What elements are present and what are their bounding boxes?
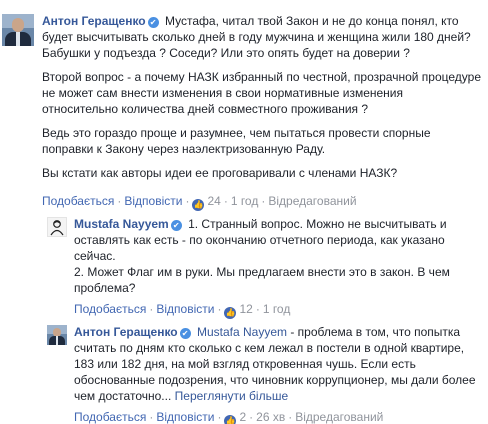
- anton-avatar[interactable]: [47, 325, 67, 345]
- mention-link[interactable]: Mustafa Nayyem: [197, 325, 287, 339]
- comment-3-body: Антон Геращенко ✔ Mustafa Nayyem - пробле…: [74, 324, 479, 404]
- comment-1-actions: Подобається · Відповісти · 👍 24 · 1 год · Відреда…: [42, 194, 357, 211]
- like-link[interactable]: Подобається: [42, 194, 114, 208]
- thumbs-up-icon: 👍: [224, 415, 237, 424]
- like-link[interactable]: Подобається: [74, 302, 146, 316]
- comment-1-body: Антон Геращенко ✔ Мустафа, читал твой Зак…: [42, 13, 482, 181]
- comment-author-link[interactable]: Mustafa Nayyem: [74, 217, 169, 231]
- verified-badge-icon: ✔: [179, 328, 191, 339]
- verified-badge-icon: ✔: [170, 220, 182, 231]
- reply-link[interactable]: Відповісти: [156, 410, 214, 424]
- thumbs-up-icon: 👍: [224, 307, 237, 319]
- comment-author-link[interactable]: Антон Геращенко: [74, 325, 178, 339]
- like-count[interactable]: 24: [207, 194, 220, 208]
- edited-label[interactable]: Відредагований: [295, 410, 383, 424]
- edited-label[interactable]: Відредагований: [268, 194, 356, 208]
- comment-2-actions: Подобається · Відповісти · 👍 12 · 1 год: [74, 302, 291, 319]
- mustafa-avatar[interactable]: [47, 217, 67, 237]
- verified-badge-icon: ✔: [147, 17, 159, 28]
- mustafa-avatar-sketch: [50, 220, 64, 236]
- reply-link[interactable]: Відповісти: [124, 194, 182, 208]
- thumbs-up-icon: 👍: [192, 199, 205, 211]
- comment-paragraph: Ведь это гораздо проще и разумнее, чем п…: [42, 126, 431, 156]
- anton-avatar[interactable]: [2, 14, 34, 46]
- like-count[interactable]: 2: [239, 410, 246, 424]
- comment-paragraph: 2. Может Флаг им в руки. Мы предлагаем в…: [74, 265, 450, 295]
- comment-3-actions: Подобається · Відповісти · 👍 2 · 26 хв · Відредаг…: [74, 410, 383, 424]
- comment-time[interactable]: 1 год: [231, 194, 259, 208]
- comment-paragraph: Вы кстати как авторы идеи ее проговарива…: [42, 166, 398, 180]
- comment-time[interactable]: 1 год: [263, 302, 291, 316]
- comment-paragraph: Второй вопрос - а почему НАЗК избранный …: [42, 70, 482, 116]
- comment-time[interactable]: 26 хв: [256, 410, 285, 424]
- comment-2-body: Mustafa Nayyem ✔ 1. Странный вопрос. Можн…: [74, 216, 479, 296]
- like-link[interactable]: Подобається: [74, 410, 146, 424]
- comment-author-link[interactable]: Антон Геращенко: [42, 14, 146, 28]
- like-count[interactable]: 12: [239, 302, 252, 316]
- see-more-link[interactable]: Переглянути більше: [175, 389, 289, 403]
- reply-link[interactable]: Відповісти: [156, 302, 214, 316]
